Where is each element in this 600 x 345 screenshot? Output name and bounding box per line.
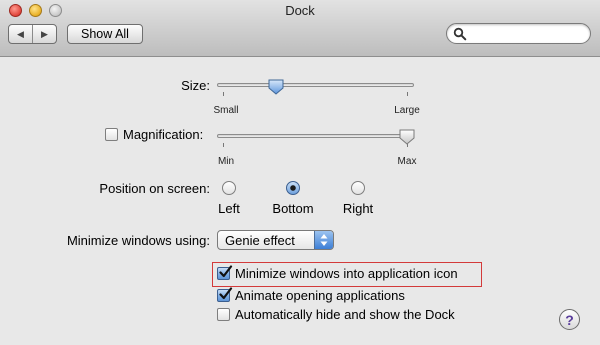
size-max-label: Large [394, 105, 420, 116]
search-field[interactable] [446, 23, 591, 44]
help-button[interactable]: ? [559, 309, 580, 330]
position-label: Position on screen: [99, 181, 210, 196]
magnification-checkbox[interactable] [105, 128, 118, 141]
back-forward-control: ◀ ▶ [8, 24, 57, 44]
magnification-slider-thumb[interactable] [398, 128, 416, 146]
back-arrow-icon[interactable]: ◀ [9, 25, 32, 43]
size-slider-thumb[interactable] [267, 78, 285, 96]
animate-opening-checkbox[interactable] [217, 287, 233, 302]
position-right-radio[interactable] [351, 181, 365, 195]
minimize-into-icon-label: Minimize windows into application icon [235, 266, 458, 281]
window-title: Dock [285, 3, 315, 18]
position-bottom-radio[interactable] [286, 181, 300, 195]
search-input[interactable] [469, 26, 584, 41]
minimize-effect-popup[interactable]: Genie effect [217, 230, 334, 250]
magnification-min-label: Min [217, 156, 235, 167]
position-left-label: Left [218, 201, 240, 216]
checkmark-icon [219, 287, 233, 300]
size-min-label: Small [213, 105, 239, 116]
size-min-tick [223, 92, 224, 96]
show-all-button[interactable]: Show All [67, 24, 143, 44]
autohide-dock-checkbox[interactable] [217, 308, 230, 321]
size-label: Size: [181, 78, 210, 93]
size-max-tick [407, 92, 408, 96]
animate-opening-label: Animate opening applications [235, 288, 405, 303]
position-right-label: Right [342, 201, 374, 216]
magnification-label: Magnification: [123, 127, 204, 142]
forward-arrow-icon[interactable]: ▶ [32, 25, 56, 43]
up-down-arrows-icon [314, 231, 333, 249]
minimize-into-icon-checkbox[interactable] [217, 265, 233, 280]
minimize-effect-value: Genie effect [225, 233, 295, 248]
magnification-slider-track[interactable] [217, 134, 414, 138]
magnification-min-tick [223, 143, 224, 147]
size-slider-track[interactable] [217, 83, 414, 87]
autohide-dock-label: Automatically hide and show the Dock [235, 307, 455, 322]
minimize-effect-label: Minimize windows using: [66, 233, 210, 248]
checkmark-icon [219, 265, 233, 278]
search-icon [453, 27, 467, 41]
window-titlebar: Dock ◀ ▶ Show All [0, 0, 600, 57]
position-bottom-label: Bottom [272, 201, 314, 216]
position-left-radio[interactable] [222, 181, 236, 195]
magnification-max-label: Max [397, 156, 417, 167]
